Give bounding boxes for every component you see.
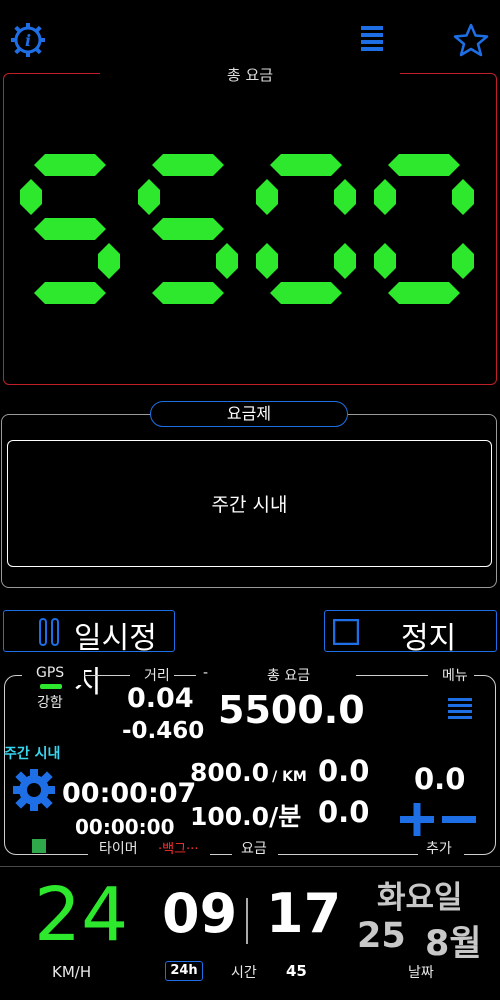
weekday: 화요일 <box>377 880 463 916</box>
segment-3-e <box>374 243 396 279</box>
timer-indicator <box>32 839 46 853</box>
add-label: 추가 <box>426 841 452 857</box>
stop-icon <box>333 619 359 645</box>
extra-amount: 0.0 <box>414 762 466 796</box>
per-km-unit: / KM <box>272 769 307 785</box>
per-min-amount: 0.0 <box>318 795 370 829</box>
segment-2-d <box>270 282 342 304</box>
pause-icon <box>39 618 59 646</box>
hamburger-icon[interactable] <box>352 22 392 58</box>
date-label: 날짜 <box>408 965 434 981</box>
segment-0-c <box>98 243 120 279</box>
gps-strength: 강함 <box>37 695 63 711</box>
segment-0-f <box>20 179 42 215</box>
segment-2-a <box>270 154 342 176</box>
pause-button[interactable]: 일시정지 <box>3 610 175 700</box>
segment-2-e <box>256 243 278 279</box>
segment-0-a <box>34 154 106 176</box>
rate-name: 주간 시내 <box>211 494 288 516</box>
dash-label: - <box>203 665 209 681</box>
gps-signal-bar <box>40 684 62 689</box>
segment-3-b <box>452 179 474 215</box>
segment-0-d <box>34 282 106 304</box>
stop-button[interactable]: 정지 <box>324 610 497 656</box>
segment-1-c <box>216 243 238 279</box>
per-min-rate: 100.0/분 <box>190 802 302 831</box>
elapsed-time: 00:00:07 <box>62 778 197 809</box>
date-day: 25 <box>357 916 406 956</box>
segment-2-b <box>334 179 356 215</box>
background-label: ·백그··· <box>158 842 199 857</box>
gps-label: GPS <box>36 665 65 681</box>
settings-gear-icon[interactable] <box>12 768 56 816</box>
segment-1-a <box>152 154 224 176</box>
clock-minute: 17 <box>266 882 342 945</box>
star-icon[interactable] <box>451 22 491 58</box>
total-fare-title: 총 요금 <box>226 66 274 84</box>
total-fare-value: 5500.0 <box>218 688 365 732</box>
per-km-amount: 0.0 <box>318 754 370 788</box>
menu-label: 메뉴 <box>442 668 468 684</box>
segment-2-c <box>334 243 356 279</box>
clock-divider <box>246 898 248 944</box>
info-gear-icon[interactable]: i <box>8 22 48 58</box>
timer-label: 타이머 <box>99 841 138 857</box>
fare-label: 요금 <box>241 841 267 857</box>
clock-hour: 09 <box>162 882 238 945</box>
rate-badge: 요금제 <box>150 401 348 427</box>
distance-delta: -0.460 <box>122 718 205 744</box>
distance-label: 거리 <box>144 668 170 684</box>
per-km-rate-value: 800.0 <box>190 758 270 787</box>
segment-3-c <box>452 243 474 279</box>
rate-selector[interactable]: 주간 시내 <box>7 440 492 567</box>
plus-icon <box>400 803 434 836</box>
segment-3-f <box>374 179 396 215</box>
segment-1-f <box>138 179 160 215</box>
time-format-badge[interactable]: 24h <box>165 961 203 981</box>
stop-label: 정지 <box>401 621 457 656</box>
menu-list-icon[interactable] <box>446 696 474 728</box>
segment-3-d <box>388 282 460 304</box>
speed-unit: KM/H <box>52 963 92 981</box>
segment-1-g <box>152 218 224 240</box>
date-month: 8월 <box>425 924 482 964</box>
time-label: 시간 <box>231 965 257 981</box>
per-km-rate: 800.0/ KM <box>190 758 307 787</box>
distance-value: 0.04 <box>127 683 194 714</box>
segment-0-g <box>34 218 106 240</box>
clock-seconds: 45 <box>286 962 307 980</box>
rate-tag: 주간 시내 <box>4 746 61 762</box>
total-fare-label: 총 요금 <box>267 668 311 684</box>
segment-1-d <box>152 282 224 304</box>
total-fare-display: 5500 <box>12 150 488 310</box>
segment-3-a <box>388 154 460 176</box>
speed-value: 24 <box>34 872 129 958</box>
segment-2-f <box>256 179 278 215</box>
minus-icon <box>442 816 476 823</box>
svg-text:i: i <box>25 31 31 50</box>
time-format-text: 24h <box>170 963 198 978</box>
